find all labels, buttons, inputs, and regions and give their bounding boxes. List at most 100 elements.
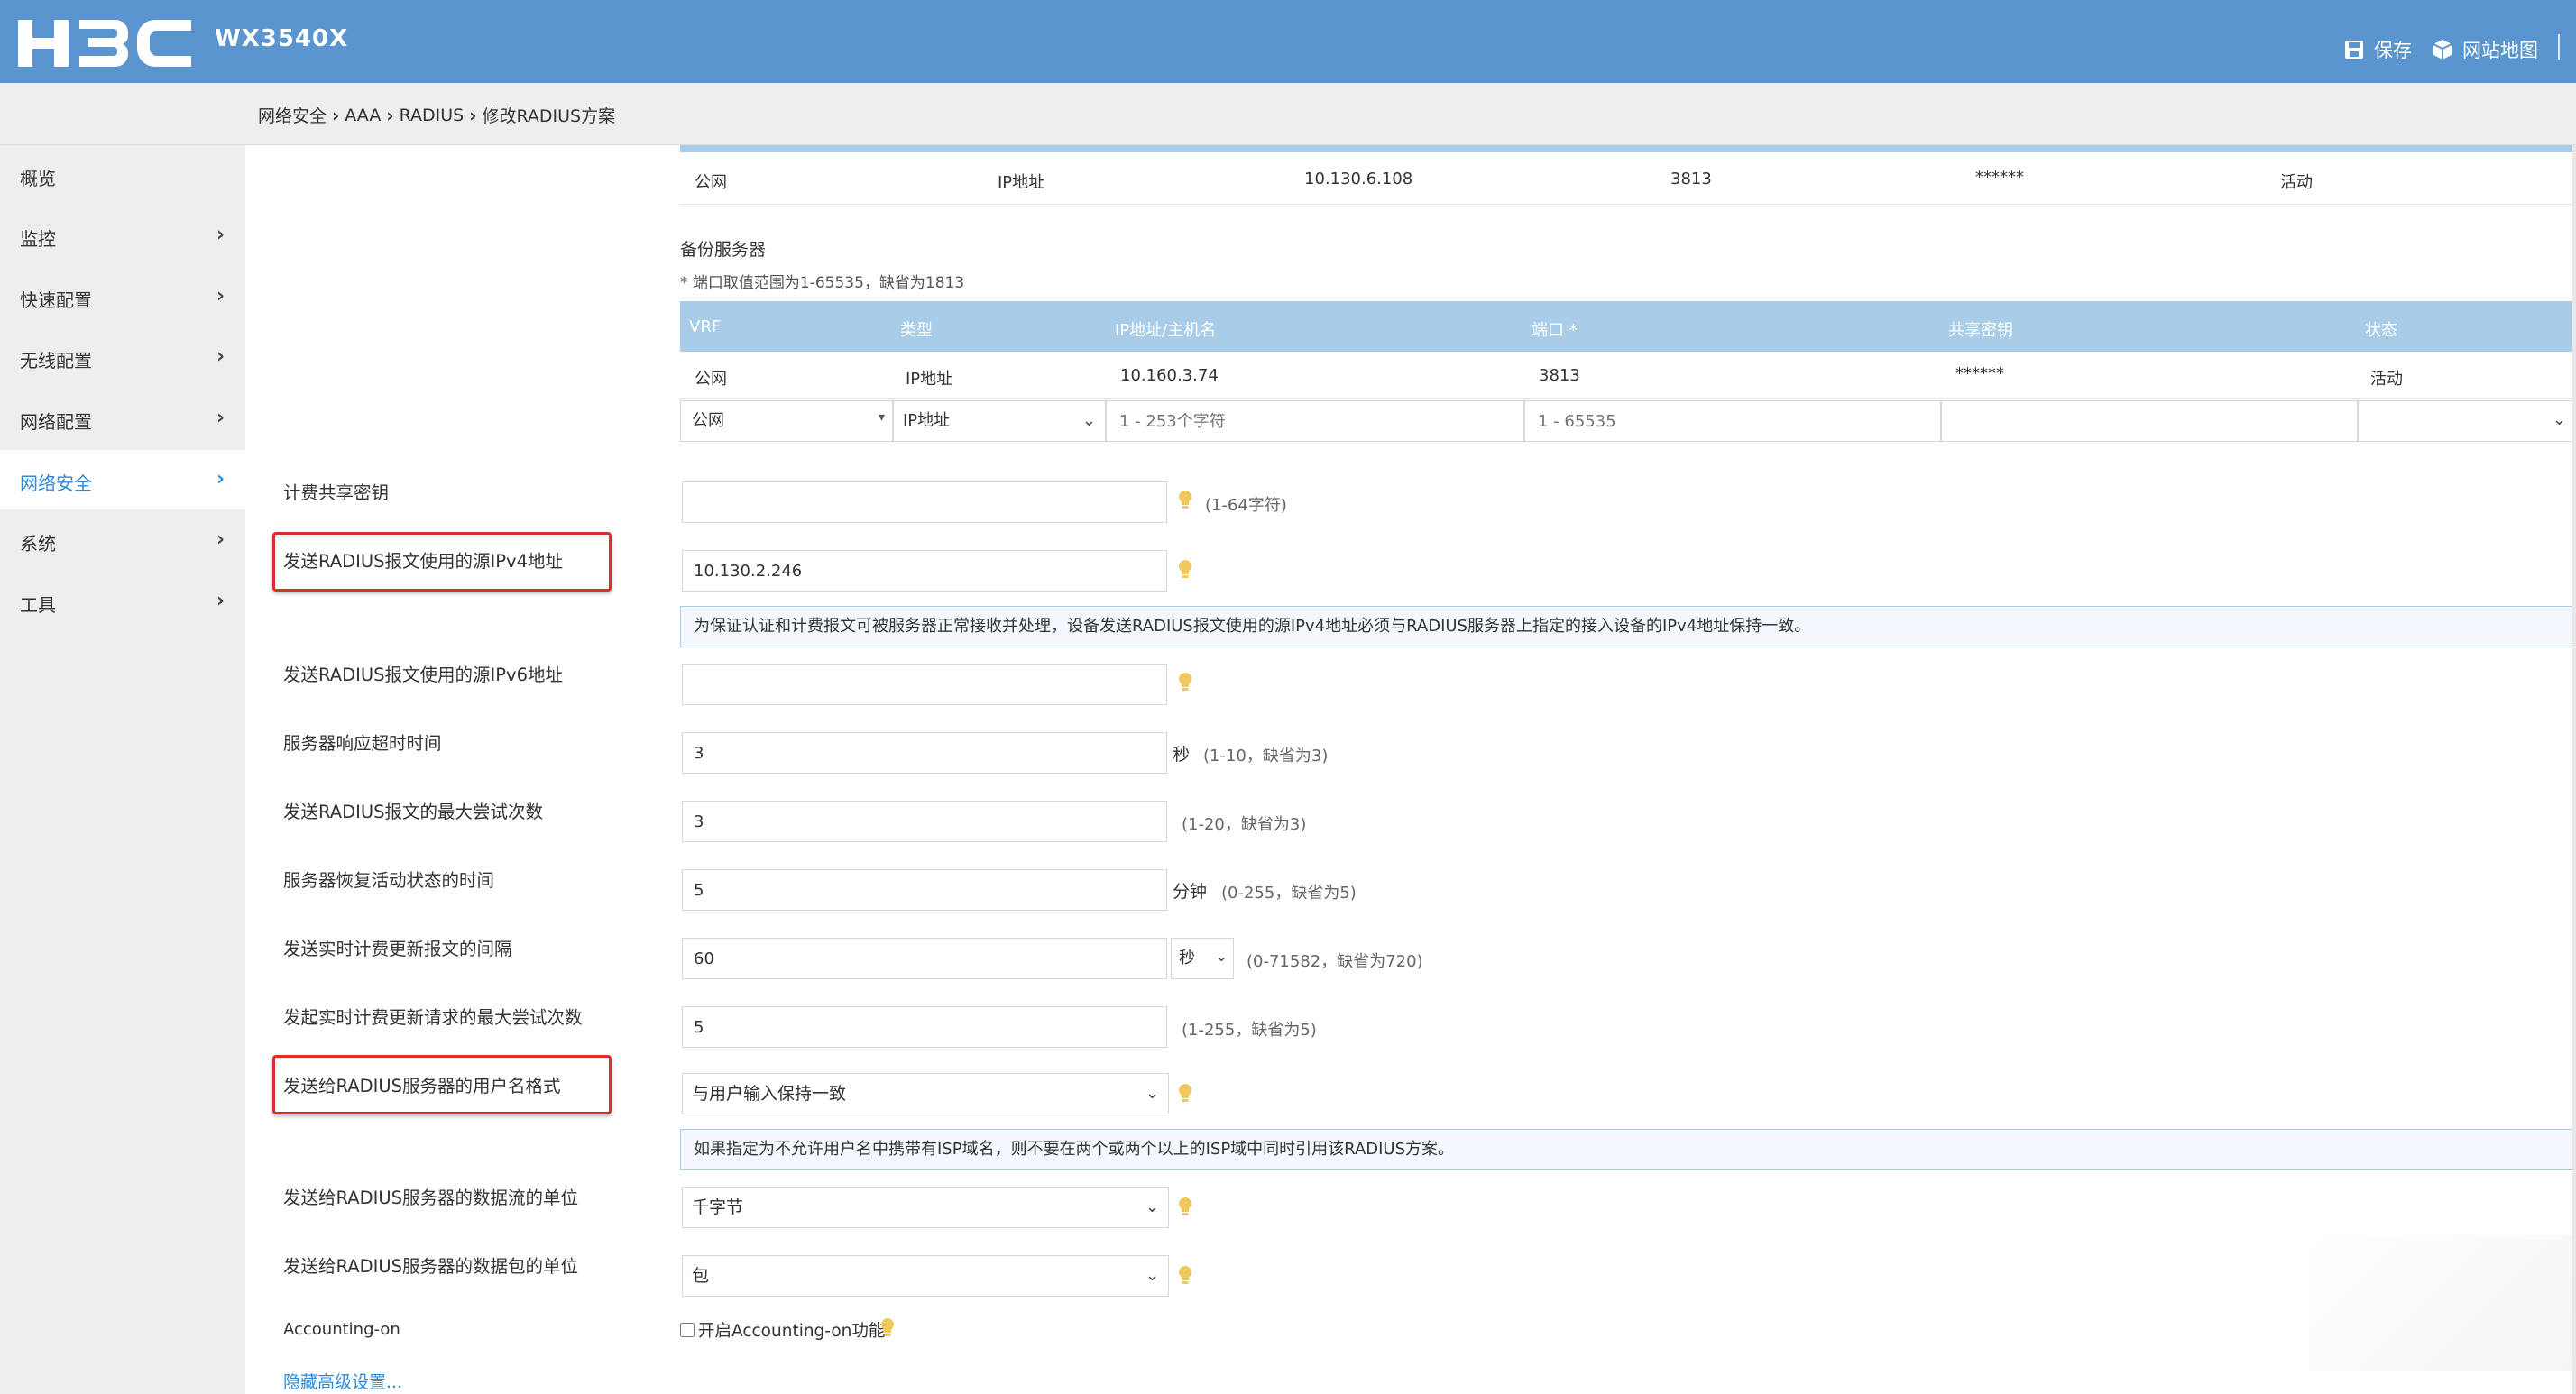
breadcrumb-separator-icon: › — [469, 104, 477, 126]
column-header-type: 类型 — [900, 321, 933, 340]
sidebar-item-label: 监控 — [20, 228, 56, 250]
scrollbar-track[interactable] — [2572, 145, 2576, 1394]
accounting-on-toggle[interactable]: 开启Accounting-on功能 — [680, 1318, 885, 1342]
chevron-right-icon: › — [216, 528, 225, 551]
quiet-time-label: 服务器恢复活动状态的时间 — [283, 870, 495, 891]
lightbulb-icon[interactable] — [880, 1317, 895, 1339]
breadcrumb-item[interactable]: AAA — [345, 105, 381, 125]
column-header-key: 共享密钥 — [1948, 321, 2013, 340]
sidebar-item-label: 无线配置 — [20, 350, 92, 371]
lightbulb-icon[interactable] — [1178, 1265, 1192, 1287]
chevron-right-icon: › — [216, 407, 225, 429]
backup-vrf-value: 公网 — [692, 411, 724, 430]
chevron-down-icon: ⌄ — [1145, 1197, 1159, 1216]
breadcrumb-item[interactable]: RADIUS — [400, 105, 465, 125]
src-ipv4-label: 发送RADIUS报文使用的源IPv4地址 — [283, 551, 563, 572]
packet-unit-select[interactable]: 包 ⌄ — [682, 1255, 1169, 1297]
sidebar-item-quick-config[interactable]: 快速配置 › — [0, 267, 245, 326]
dropdown-arrow-icon: ▾ — [878, 410, 885, 425]
src-ipv6-label: 发送RADIUS报文使用的源IPv6地址 — [283, 665, 563, 685]
packet-unit-value: 包 — [692, 1266, 710, 1286]
timeout-input[interactable] — [682, 732, 1167, 774]
sidebar-item-wireless-config[interactable]: 无线配置 › — [0, 327, 245, 387]
cell-vrf: 公网 — [695, 370, 727, 389]
chevron-right-icon: › — [216, 224, 225, 246]
sidebar-item-label: 概览 — [20, 168, 56, 189]
backup-type-select[interactable]: IP地址 ⌄ — [893, 400, 1106, 442]
data-flow-unit-select[interactable]: 千字节 ⌄ — [682, 1187, 1169, 1228]
packet-unit-label: 发送给RADIUS服务器的数据包的单位 — [283, 1256, 579, 1277]
cell-type: IP地址 — [998, 173, 1045, 192]
lightbulb-icon[interactable] — [1178, 559, 1192, 581]
sidebar-item-tools[interactable]: 工具 › — [0, 572, 245, 631]
breadcrumb-item[interactable]: 网络安全 — [258, 103, 327, 127]
save-icon — [2345, 41, 2363, 59]
realtime-retries-label: 发起实时计费更新请求的最大尝试次数 — [283, 1007, 583, 1028]
chevron-down-icon: ⌄ — [2552, 410, 2566, 429]
realtime-retries-input[interactable] — [682, 1006, 1167, 1048]
quiet-time-unit: 分钟 — [1173, 882, 1208, 902]
cell-key: ****** — [1955, 364, 2004, 383]
backup-status-select[interactable]: ⌄ — [2358, 400, 2576, 442]
breadcrumb-separator-icon: › — [332, 104, 340, 126]
username-format-select[interactable]: 与用户输入保持一致 ⌄ — [682, 1073, 1169, 1114]
backup-port-input[interactable] — [1524, 400, 1941, 442]
timeout-hint: (1-10，缺省为3) — [1203, 747, 1329, 766]
src-ipv6-input[interactable] — [682, 664, 1167, 705]
breadcrumb-separator-icon: › — [386, 104, 394, 126]
primary-server-row: 公网 IP地址 10.130.6.108 3813 ****** 活动 — [680, 152, 2576, 205]
h3c-logo — [18, 20, 191, 67]
data-flow-unit-value: 千字节 — [692, 1197, 744, 1217]
backup-vrf-select[interactable]: 公网 ▾ — [680, 400, 893, 442]
primary-table-header-edge — [680, 145, 2576, 152]
accounting-key-input[interactable] — [682, 481, 1167, 523]
realtime-interval-input[interactable] — [682, 938, 1167, 979]
hide-advanced-link[interactable]: 隐藏高级设置... — [283, 1369, 402, 1393]
timeout-label: 服务器响应超时时间 — [283, 733, 442, 754]
sidebar-item-monitor[interactable]: 监控 › — [0, 206, 245, 265]
column-header-status: 状态 — [2365, 321, 2397, 340]
lightbulb-icon[interactable] — [1178, 490, 1192, 511]
accounting-on-checkbox[interactable] — [680, 1323, 695, 1337]
lightbulb-icon[interactable] — [1178, 1197, 1192, 1218]
save-label: 保存 — [2374, 40, 2412, 61]
realtime-interval-label: 发送实时计费更新报文的间隔 — [283, 939, 512, 959]
accounting-key-label: 计费共享密钥 — [283, 482, 390, 503]
chevron-down-icon: ⌄ — [1145, 1084, 1159, 1103]
realtime-interval-unit-select[interactable]: 秒 ⌄ — [1171, 938, 1234, 979]
sitemap-icon — [2433, 40, 2452, 60]
corner-fade — [2309, 1235, 2572, 1371]
breadcrumb: 网络安全 › AAA › RADIUS › 修改RADIUS方案 — [258, 103, 615, 127]
chevron-right-icon: › — [216, 468, 225, 491]
sidebar-item-network-security[interactable]: 网络安全 › — [0, 450, 245, 509]
backup-address-input[interactable] — [1106, 400, 1524, 442]
sidebar-item-overview[interactable]: 概览 — [0, 145, 245, 205]
accounting-on-label: Accounting-on — [283, 1320, 400, 1339]
retries-input[interactable] — [682, 801, 1167, 842]
cell-port: 3813 — [1539, 366, 1580, 385]
quiet-time-input[interactable] — [682, 869, 1167, 911]
username-format-label: 发送给RADIUS服务器的用户名格式 — [283, 1076, 561, 1096]
chevron-right-icon: › — [216, 285, 225, 307]
src-ipv4-notice: 为保证认证和计费报文可被服务器正常接收并处理，设备发送RADIUS报文使用的源I… — [680, 606, 2576, 647]
cell-address: 10.160.3.74 — [1120, 366, 1219, 385]
lightbulb-icon[interactable] — [1178, 1083, 1192, 1105]
sidebar-item-label: 网络安全 — [20, 472, 92, 494]
src-ipv4-input[interactable] — [682, 550, 1167, 592]
save-button[interactable]: 保存 — [2343, 36, 2412, 63]
sitemap-button[interactable]: 网站地图 — [2432, 36, 2538, 63]
sidebar-item-label: 工具 — [20, 594, 56, 616]
lightbulb-icon[interactable] — [1178, 672, 1192, 693]
backup-key-input[interactable] — [1941, 400, 2358, 442]
sidebar: 概览 监控 › 快速配置 › 无线配置 › 网络配置 › 网络安全 › 系统 ›… — [0, 145, 245, 1394]
accounting-on-checkbox-label: 开启Accounting-on功能 — [698, 1322, 886, 1341]
column-header-port: 端口 * — [1532, 321, 1578, 340]
sidebar-item-network-config[interactable]: 网络配置 › — [0, 389, 245, 448]
quiet-time-hint: (0-255，缺省为5) — [1221, 884, 1357, 903]
sidebar-item-system[interactable]: 系统 › — [0, 510, 245, 570]
sidebar-item-label: 系统 — [20, 533, 56, 555]
backup-port-note: * 端口取值范围为1-65535，缺省为1813 — [680, 274, 965, 292]
sidebar-item-label: 快速配置 — [20, 289, 92, 311]
cell-key: ****** — [1975, 168, 2024, 187]
realtime-interval-unit-value: 秒 — [1179, 949, 1195, 968]
